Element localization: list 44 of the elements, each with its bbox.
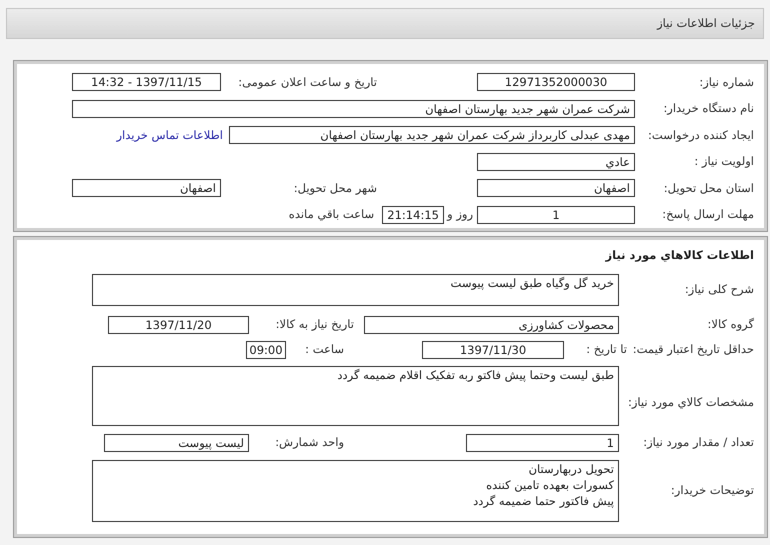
field-label: تاریخ نیاز به کالا: <box>274 316 354 333</box>
field-label: شهر محل تحویل: <box>292 180 377 197</box>
page-title: جزئیات اطلاعات نیاز <box>657 14 755 32</box>
text-field[interactable]: 09:00 <box>246 340 286 358</box>
text-field[interactable]: 1 <box>466 434 619 452</box>
field-label: واحد شمارش: <box>274 434 344 451</box>
field-label: اولویت نیاز : <box>693 153 754 170</box>
field-label: نام دستگاه خریدار: <box>662 100 754 118</box>
field-label: تعداد / مقدار مورد نیاز: <box>642 434 754 451</box>
note-line: کسورات بعهده تامین کننده <box>485 477 614 493</box>
text-field[interactable]: لیست پیوست <box>104 434 249 452</box>
section-title: اطلاعات كالاهاي مورد نياز <box>604 247 754 264</box>
text-field[interactable]: 1 <box>477 206 635 224</box>
field-label: استان محل تحویل: <box>662 180 754 197</box>
text-field[interactable]: 21:14:15 <box>382 206 444 224</box>
field-label: توضیحات خریدار: <box>670 482 754 500</box>
text-field[interactable]: عادي <box>477 152 635 171</box>
field-label: روز و <box>447 206 473 224</box>
text-field[interactable]: مهدی عبدلی کاربرداز شرکت عمران شهر جدید بهارستان اصفهان <box>229 126 635 144</box>
field-label: مهلت ارسال پاسخ: <box>661 206 754 224</box>
field-label: ساعت : <box>304 340 344 358</box>
text-field[interactable]: 12971352000030 <box>477 73 635 92</box>
field-label: گروه کالا: <box>706 316 754 333</box>
buyer-contact-link[interactable]: اطلاعات تماس خریدار <box>116 126 223 144</box>
text-field[interactable]: طبق لیست وحتما پیش فاکتو ربه تفکیک اقلام ضمیمه گردد <box>92 366 619 426</box>
field-label: مشخصات كالاي مورد نياز: <box>626 394 754 411</box>
field-label: حداقل تاریخ اعتبار قیمت: <box>632 340 754 358</box>
field-label: تا تاریخ : <box>585 340 627 358</box>
text-field[interactable]: خرید گل وگیاه طبق لیست پیوست <box>92 274 619 306</box>
note-line: پیش فاکتور حتما ضمیمه گردد <box>473 493 614 509</box>
text-field[interactable]: شرکت عمران شهر جدید بهارستان اصفهان <box>72 100 635 118</box>
field-label: شرح کلی نیاز: <box>684 281 754 298</box>
text-field[interactable]: 1397/11/30 <box>422 340 564 358</box>
field-label: ساعت باقي مانده <box>288 206 374 224</box>
text-field[interactable]: اصفهان <box>72 179 221 198</box>
text-field[interactable]: اصفهان <box>477 179 635 198</box>
text-field[interactable]: تحویل دربهارستان کسورات بعهده تامین کننده پیش فاکتور حتما ضمیمه گردد <box>92 460 619 522</box>
note-line: تحویل دربهارستان <box>528 461 614 477</box>
field-label: شماره نیاز: <box>698 74 754 91</box>
field-label: ایجاد کننده درخواست: <box>647 126 754 144</box>
field-label: تاریخ و ساعت اعلان عمومی: <box>237 74 377 91</box>
text-field[interactable]: 1397/11/15 - 14:32 <box>72 73 221 92</box>
text-field[interactable]: محصولات کشاورزی <box>364 316 619 334</box>
text-field[interactable]: 1397/11/20 <box>108 316 249 334</box>
